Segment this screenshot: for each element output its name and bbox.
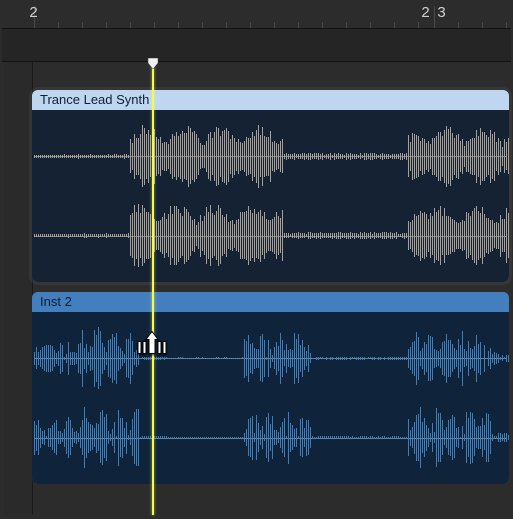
- region-name-label: Trance Lead Synth: [32, 90, 509, 110]
- ruler-tick-minor: [370, 22, 371, 28]
- waveform-channel-left: [34, 322, 507, 394]
- ruler-tick-minor: [458, 22, 459, 28]
- tracks-gutter: [4, 62, 33, 515]
- ruler-tick-minor: [82, 22, 83, 28]
- ruler-tick-minor: [346, 22, 347, 28]
- ruler-tick-minor: [298, 22, 299, 28]
- ruler-tick-minor: [130, 22, 131, 28]
- ruler-number: 2: [421, 4, 430, 21]
- ruler-tick-minor: [250, 22, 251, 28]
- region-waveform-area[interactable]: [32, 110, 509, 282]
- waveform-channel-left: [34, 120, 507, 192]
- waveform-channel-right: [34, 401, 507, 473]
- ruler-tick-minor: [394, 22, 395, 28]
- waveform-channel-right: [34, 199, 507, 271]
- timeline-subruler[interactable]: [2, 29, 511, 62]
- ruler-tick-minor: [202, 22, 203, 28]
- ruler-tick-minor: [506, 22, 507, 28]
- track-lane-1[interactable]: Trance Lead Synth: [32, 90, 509, 282]
- ruler-tick-minor: [418, 22, 419, 28]
- ruler-tick-minor: [106, 22, 107, 28]
- ruler-tick-major: [434, 6, 435, 28]
- tracks-area: Trance Lead Synth Inst 2: [4, 62, 509, 515]
- ruler-tick-minor: [274, 22, 275, 28]
- ruler-tick-minor: [226, 22, 227, 28]
- ruler-tick-minor: [178, 22, 179, 28]
- audio-region-inst2[interactable]: Inst 2: [32, 292, 509, 484]
- timeline-ruler[interactable]: 223: [2, 2, 511, 29]
- ruler-number: 2: [29, 4, 38, 21]
- region-name-label: Inst 2: [32, 292, 509, 312]
- audio-region-trance-lead[interactable]: Trance Lead Synth: [32, 90, 509, 282]
- ruler-tick-minor: [58, 22, 59, 28]
- track-lane-2[interactable]: Inst 2: [32, 292, 509, 484]
- ruler-tick-minor: [322, 22, 323, 28]
- ruler-tick-minor: [482, 22, 483, 28]
- ruler-number: 3: [437, 4, 446, 21]
- ruler-tick-minor: [154, 22, 155, 28]
- region-waveform-area[interactable]: [32, 312, 509, 484]
